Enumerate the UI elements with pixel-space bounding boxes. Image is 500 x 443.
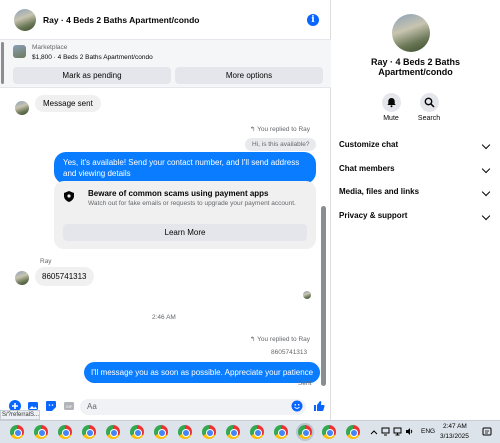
chat-panel: Ray · 4 Beds 2 Baths Apartment/condo i M… [0,0,331,420]
sticker-icon[interactable] [45,400,57,412]
mute-label: Mute [383,115,399,122]
reply-note: ↰ You replied to Ray [250,335,310,343]
emoji-icon[interactable] [291,400,303,412]
messenger-window: Ray · 4 Beds 2 Baths Apartment/condo i M… [0,0,500,420]
mute-button[interactable] [382,93,401,112]
marketplace-label: Marketplace [32,44,68,51]
chevron-up-icon[interactable] [370,428,378,436]
chrome-icon[interactable] [154,425,168,439]
sender-avatar[interactable] [15,271,29,285]
chat-members-section[interactable]: Chat members [339,164,491,180]
chrome-icon[interactable] [130,425,144,439]
chrome-icon[interactable] [298,425,312,439]
bell-icon [387,98,396,108]
banner-scroll-thumb[interactable] [1,42,4,84]
search-button[interactable] [420,93,439,112]
chrome-icon[interactable] [226,425,240,439]
shield-icon [64,191,74,202]
message-status: Sent [298,380,312,387]
chevron-down-icon [481,187,491,197]
section-label: Chat members [339,164,395,173]
chrome-icon[interactable] [322,425,336,439]
windows-taskbar: ENG 2:47 AM 3/13/2025 [0,420,500,443]
contact-avatar[interactable] [14,8,36,31]
chrome-icon[interactable] [250,425,264,439]
banner-scrollbar[interactable] [0,40,5,88]
chat-title[interactable]: Ray · 4 Beds 2 Baths Apartment/condo [43,15,200,25]
outgoing-message[interactable]: I'll message you as soon as possible. Ap… [84,362,321,383]
timestamp: 2:46 AM [152,314,176,321]
volume-icon[interactable] [405,427,414,436]
conversation-title-text: Ray · 4 Beds 2 Baths Apartment/condo [370,57,461,77]
chevron-down-icon [481,140,491,150]
chrome-icon[interactable] [106,425,120,439]
reply-note: ↰ You replied to Ray [250,125,310,133]
link-preview-status: S/?referralS... [0,410,40,420]
like-icon[interactable] [313,400,325,412]
search-icon [424,97,435,108]
chrome-icon[interactable] [82,425,96,439]
chat-scroll-thumb[interactable] [321,206,326,386]
chevron-down-icon [481,211,491,221]
svg-text:GIF: GIF [66,404,73,409]
chat-header: Ray · 4 Beds 2 Baths Apartment/condo i [0,0,331,40]
more-options-button[interactable]: More options [175,67,323,84]
message-sent-bubble: Message sent [35,95,101,112]
notification-icon[interactable] [482,427,492,437]
message-input[interactable]: Aa [80,399,306,415]
clock-time[interactable]: 2:47 AM [443,423,467,430]
chat-scrollbar[interactable] [320,91,327,391]
section-label: Customize chat [339,140,399,149]
chrome-icon[interactable] [34,425,48,439]
scam-warning-card: Beware of common scams using payment app… [54,181,316,249]
scam-warning-text: Watch out for fake emails or requests to… [88,200,296,207]
scam-warning-title: Beware of common scams using payment app… [88,189,269,198]
chrome-icon[interactable] [58,425,72,439]
conversation-title: Ray · 4 Beds 2 Baths Apartment/condo [331,57,500,77]
network-icon[interactable] [393,427,402,436]
reply-note-text: You replied to Ray [257,336,311,343]
section-label: Media, files and links [339,187,420,196]
outgoing-message[interactable]: Yes, it's available! Send your contact n… [54,152,316,184]
device-icon[interactable] [381,427,390,436]
gif-icon[interactable]: GIF [63,400,75,412]
quoted-message[interactable]: 8605741313 [265,348,313,357]
language-indicator[interactable]: ENG [421,428,435,435]
chevron-down-icon [481,164,491,174]
sender-name: Ray [40,258,52,265]
info-icon[interactable]: i [307,14,319,26]
read-receipt-avatar [303,291,311,299]
search-label: Search [417,115,441,122]
listing-title[interactable]: $1,800 · 4 Beds 2 Baths Apartment/condo [32,54,153,61]
section-label: Privacy & support [339,211,408,220]
sender-avatar[interactable] [15,101,29,115]
quoted-message[interactable]: Hi, is this available? [245,138,317,151]
marketplace-banner: Marketplace $1,800 · 4 Beds 2 Baths Apar… [0,40,331,88]
learn-more-button[interactable]: Learn More [63,224,307,241]
contact-avatar-large[interactable] [392,14,430,52]
privacy-support-section[interactable]: Privacy & support [339,211,491,227]
chrome-icon[interactable] [202,425,216,439]
incoming-message[interactable]: 8605741313 [35,267,94,286]
clock-date[interactable]: 3/13/2025 [440,433,469,440]
chrome-icon[interactable] [178,425,192,439]
mark-as-pending-button[interactable]: Mark as pending [13,67,171,84]
conversation-details-panel: Ray · 4 Beds 2 Baths Apartment/condo Mut… [331,0,500,420]
customize-chat-section[interactable]: Customize chat [339,140,491,156]
chrome-icon[interactable] [346,425,360,439]
listing-thumbnail[interactable] [13,45,26,58]
reply-note-text: You replied to Ray [257,126,311,133]
media-files-links-section[interactable]: Media, files and links [339,187,491,203]
chrome-icon[interactable] [274,425,288,439]
chrome-icon[interactable] [10,425,24,439]
